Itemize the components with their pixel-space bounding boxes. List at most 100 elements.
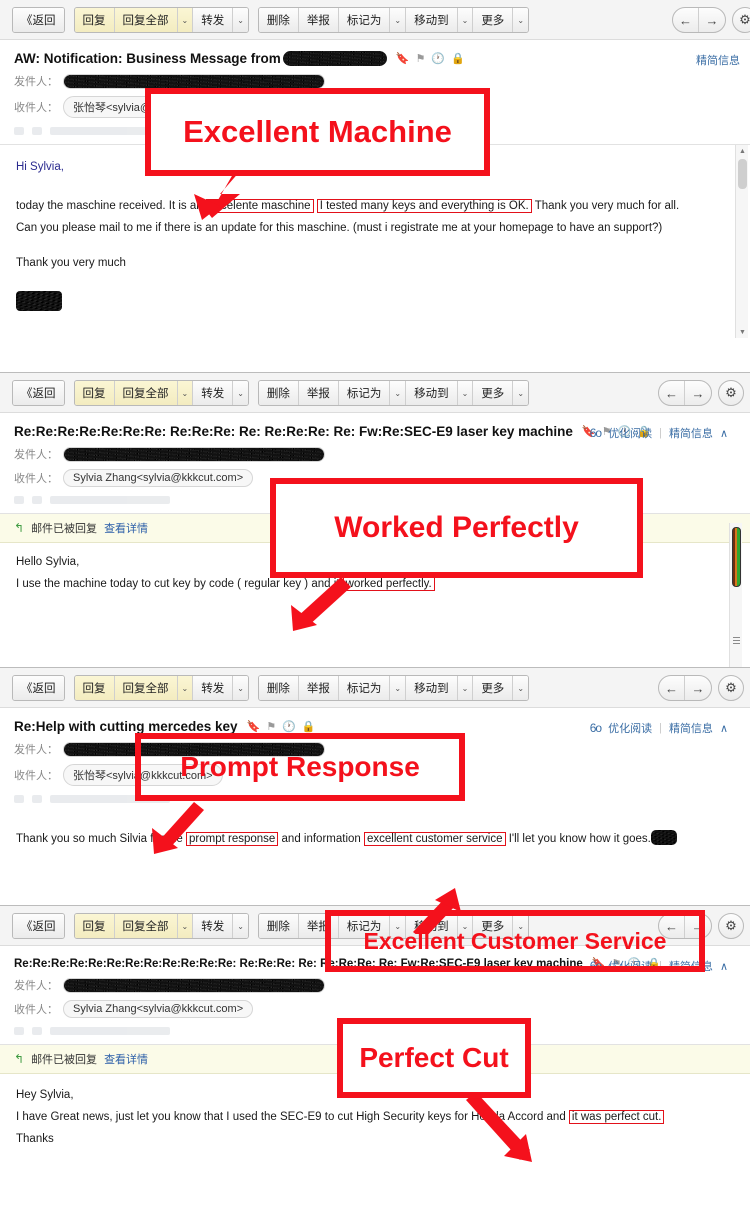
reply-all-button-3[interactable]: 回复全部	[114, 676, 178, 700]
back-group-3: 《返回	[12, 675, 65, 701]
delete-button-3[interactable]: 删除	[258, 676, 299, 700]
report-button[interactable]: 举报	[298, 8, 339, 32]
annotation-label-4: Excellent Customer Service	[363, 927, 667, 954]
view-details-link-4[interactable]: 查看详情	[104, 1051, 148, 1067]
lock-icon[interactable]: 🔒	[451, 52, 465, 65]
move-to-button-2[interactable]: 移动到	[406, 381, 458, 405]
simplified-info-caret-icon-3[interactable]: ∧	[720, 722, 728, 735]
highlight-worked-perfectly: worked perfectly.	[342, 577, 435, 591]
lock-icon-3[interactable]: 🔒	[302, 720, 316, 733]
report-button-2[interactable]: 举报	[298, 381, 339, 405]
more-caret-icon[interactable]: ⌄	[513, 8, 529, 32]
simplified-info-link-2[interactable]: 精简信息	[669, 425, 713, 441]
reply-all-button-4[interactable]: 回复全部	[114, 914, 178, 938]
back-button-2[interactable]: 《返回	[13, 381, 64, 405]
body-scrollbar-1[interactable]: ▲ ▼	[735, 145, 748, 338]
forward-button-2[interactable]: 转发	[193, 381, 234, 405]
settings-gear-icon[interactable]: ⚙	[732, 7, 750, 33]
forward-button-3[interactable]: 转发	[193, 676, 234, 700]
back-button[interactable]: 《返回	[13, 8, 64, 32]
report-button-3[interactable]: 举报	[298, 676, 339, 700]
flag-icon[interactable]: ⚑	[416, 52, 426, 65]
date-ghost-4a	[14, 1026, 24, 1035]
reply-all-button[interactable]: 回复全部	[114, 8, 178, 32]
mark-as-caret-icon[interactable]: ⌄	[390, 8, 407, 32]
optimized-reading-link-2[interactable]: 优化阅读	[608, 425, 652, 441]
settings-gear-icon-3[interactable]: ⚙	[718, 675, 744, 701]
reply-button[interactable]: 回复	[74, 8, 115, 32]
bookmark-icon-3[interactable]: 🔖	[247, 720, 261, 733]
scroll-down-icon-1[interactable]: ▼	[736, 326, 749, 338]
move-to-button-3[interactable]: 移动到	[406, 676, 458, 700]
prev-message-button-3[interactable]: ←	[659, 676, 685, 700]
date-ghost-4c	[50, 1026, 170, 1035]
more-button-3[interactable]: 更多	[473, 676, 514, 700]
simplified-info-link-3[interactable]: 精简信息	[669, 720, 713, 736]
simplified-info-caret-icon-2[interactable]: ∧	[720, 427, 728, 440]
to-value-4[interactable]: Sylvia Zhang<sylvia@kkkcut.com>	[63, 1000, 254, 1018]
mark-as-button[interactable]: 标记为	[338, 8, 391, 32]
next-message-button-2[interactable]: →	[685, 381, 711, 405]
back-group: 《返回	[12, 7, 65, 33]
mark-as-caret-icon-3[interactable]: ⌄	[390, 676, 407, 700]
scroll-grip-icon-2[interactable]	[733, 637, 740, 646]
more-button[interactable]: 更多	[473, 8, 514, 32]
signature-redaction-1	[16, 291, 62, 311]
mark-as-button-2[interactable]: 标记为	[338, 381, 391, 405]
delete-button[interactable]: 删除	[258, 8, 299, 32]
move-to-caret-icon-3[interactable]: ⌄	[457, 676, 474, 700]
highlight-excellent-customer-service: excellent customer service	[364, 832, 506, 846]
prev-message-button[interactable]: ←	[673, 8, 699, 32]
prev-message-button-2[interactable]: ←	[659, 381, 685, 405]
reply-button-2[interactable]: 回复	[74, 381, 115, 405]
reply-button-3[interactable]: 回复	[74, 676, 115, 700]
forward-button[interactable]: 转发	[193, 8, 234, 32]
reply-arrow-icon-4: ↰	[14, 1052, 25, 1066]
back-button-3[interactable]: 《返回	[13, 676, 64, 700]
body-line-1c: Thank you very much	[16, 257, 126, 269]
mark-as-button-3[interactable]: 标记为	[338, 676, 391, 700]
back-button-4[interactable]: 《返回	[13, 914, 64, 938]
annotation-label-1: Excellent Machine	[183, 114, 452, 149]
more-caret-icon-3[interactable]: ⌄	[513, 676, 529, 700]
scroll-up-icon-1[interactable]: ▲	[736, 145, 749, 157]
flag-icon-3[interactable]: ⚑	[266, 720, 276, 733]
move-to-caret-icon[interactable]: ⌄	[457, 8, 474, 32]
forward-caret-icon-4[interactable]: ⌄	[233, 914, 248, 938]
reply-all-caret-icon-4[interactable]: ⌄	[177, 914, 194, 938]
settings-gear-icon-2[interactable]: ⚙	[718, 380, 744, 406]
clock-icon[interactable]: 🕐	[431, 52, 445, 65]
delete-button-4[interactable]: 删除	[258, 914, 299, 938]
clock-icon-3[interactable]: 🕐	[282, 720, 296, 733]
scroll-thumb-1[interactable]	[738, 159, 747, 189]
to-value-2[interactable]: Sylvia Zhang<sylvia@kkkcut.com>	[63, 469, 254, 487]
forward-caret-icon-3[interactable]: ⌄	[233, 676, 248, 700]
reply-all-caret-icon-3[interactable]: ⌄	[177, 676, 194, 700]
forward-caret-icon[interactable]: ⌄	[233, 8, 248, 32]
view-details-link-2[interactable]: 查看详情	[104, 520, 148, 536]
reply-all-button-2[interactable]: 回复全部	[114, 381, 178, 405]
reply-all-caret-icon[interactable]: ⌄	[177, 8, 194, 32]
reply-button-4[interactable]: 回复	[74, 914, 115, 938]
move-to-button[interactable]: 移动到	[406, 8, 458, 32]
date-ghost-3a	[14, 794, 24, 803]
forward-button-4[interactable]: 转发	[193, 914, 234, 938]
reply-all-caret-icon-2[interactable]: ⌄	[177, 381, 194, 405]
actions-group-2: 删除 举报 标记为 ⌄ 移动到 ⌄ 更多 ⌄	[257, 380, 530, 406]
scroll-thumb-2[interactable]	[732, 527, 741, 587]
move-to-caret-icon-2[interactable]: ⌄	[457, 381, 474, 405]
more-button-2[interactable]: 更多	[473, 381, 514, 405]
simplified-info-caret-icon-4[interactable]: ∧	[720, 960, 728, 973]
delete-button-2[interactable]: 删除	[258, 381, 299, 405]
more-caret-icon-2[interactable]: ⌄	[513, 381, 529, 405]
next-message-button[interactable]: →	[699, 8, 725, 32]
simplified-info-link-1[interactable]: 精简信息	[696, 52, 740, 68]
body-scrollbar-2[interactable]	[729, 523, 742, 667]
forward-caret-icon-2[interactable]: ⌄	[233, 381, 248, 405]
optimized-reading-link-3[interactable]: 优化阅读	[608, 720, 652, 736]
next-message-button-3[interactable]: →	[685, 676, 711, 700]
reply-arrow-icon-2: ↰	[14, 521, 25, 535]
bookmark-icon[interactable]: 🔖	[396, 52, 410, 65]
settings-gear-icon-4[interactable]: ⚙	[718, 913, 744, 939]
mark-as-caret-icon-2[interactable]: ⌄	[390, 381, 407, 405]
